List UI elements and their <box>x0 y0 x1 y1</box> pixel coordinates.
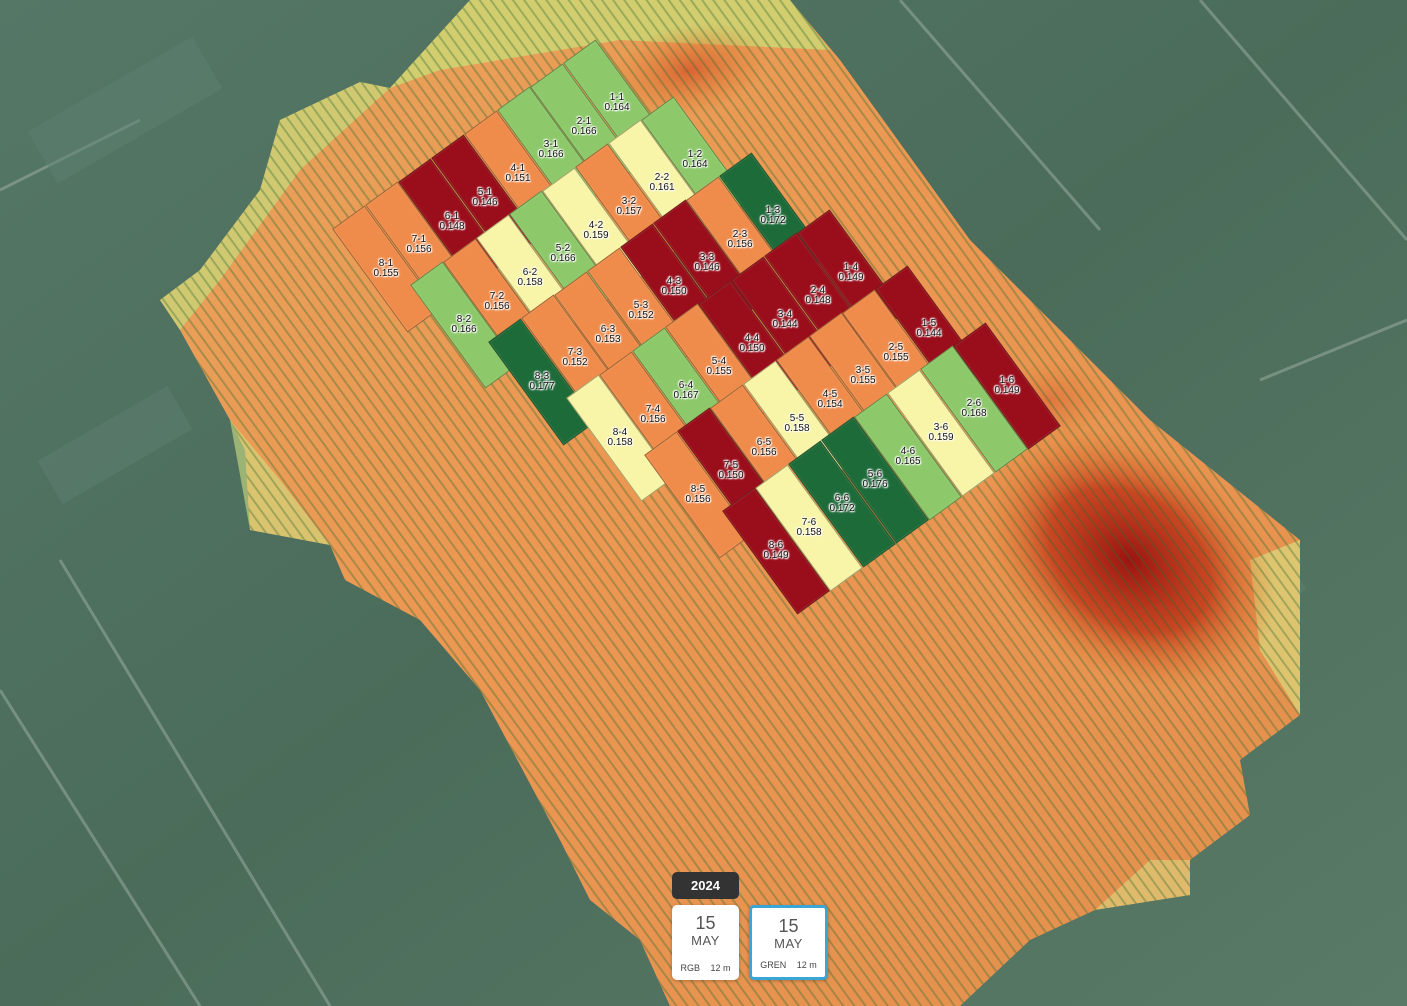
date-day: 15 <box>778 916 799 936</box>
layer-type: RGB <box>680 963 700 973</box>
date-month: MAY <box>691 933 720 948</box>
date-meta: GREN 12 m <box>752 960 825 970</box>
date-day: 15 <box>695 913 716 933</box>
date-card-gren[interactable]: 15 MAY GREN 12 m <box>749 905 828 980</box>
date-card-rgb[interactable]: 15 MAY RGB 12 m <box>672 905 739 980</box>
timeline-year-badge: 2024 <box>672 872 739 899</box>
flight-altitude: 12 m <box>796 960 817 970</box>
layer-type: GREN <box>760 960 787 970</box>
date-meta: RGB 12 m <box>672 963 739 973</box>
flight-altitude: 12 m <box>710 963 731 973</box>
date-month: MAY <box>774 936 803 951</box>
